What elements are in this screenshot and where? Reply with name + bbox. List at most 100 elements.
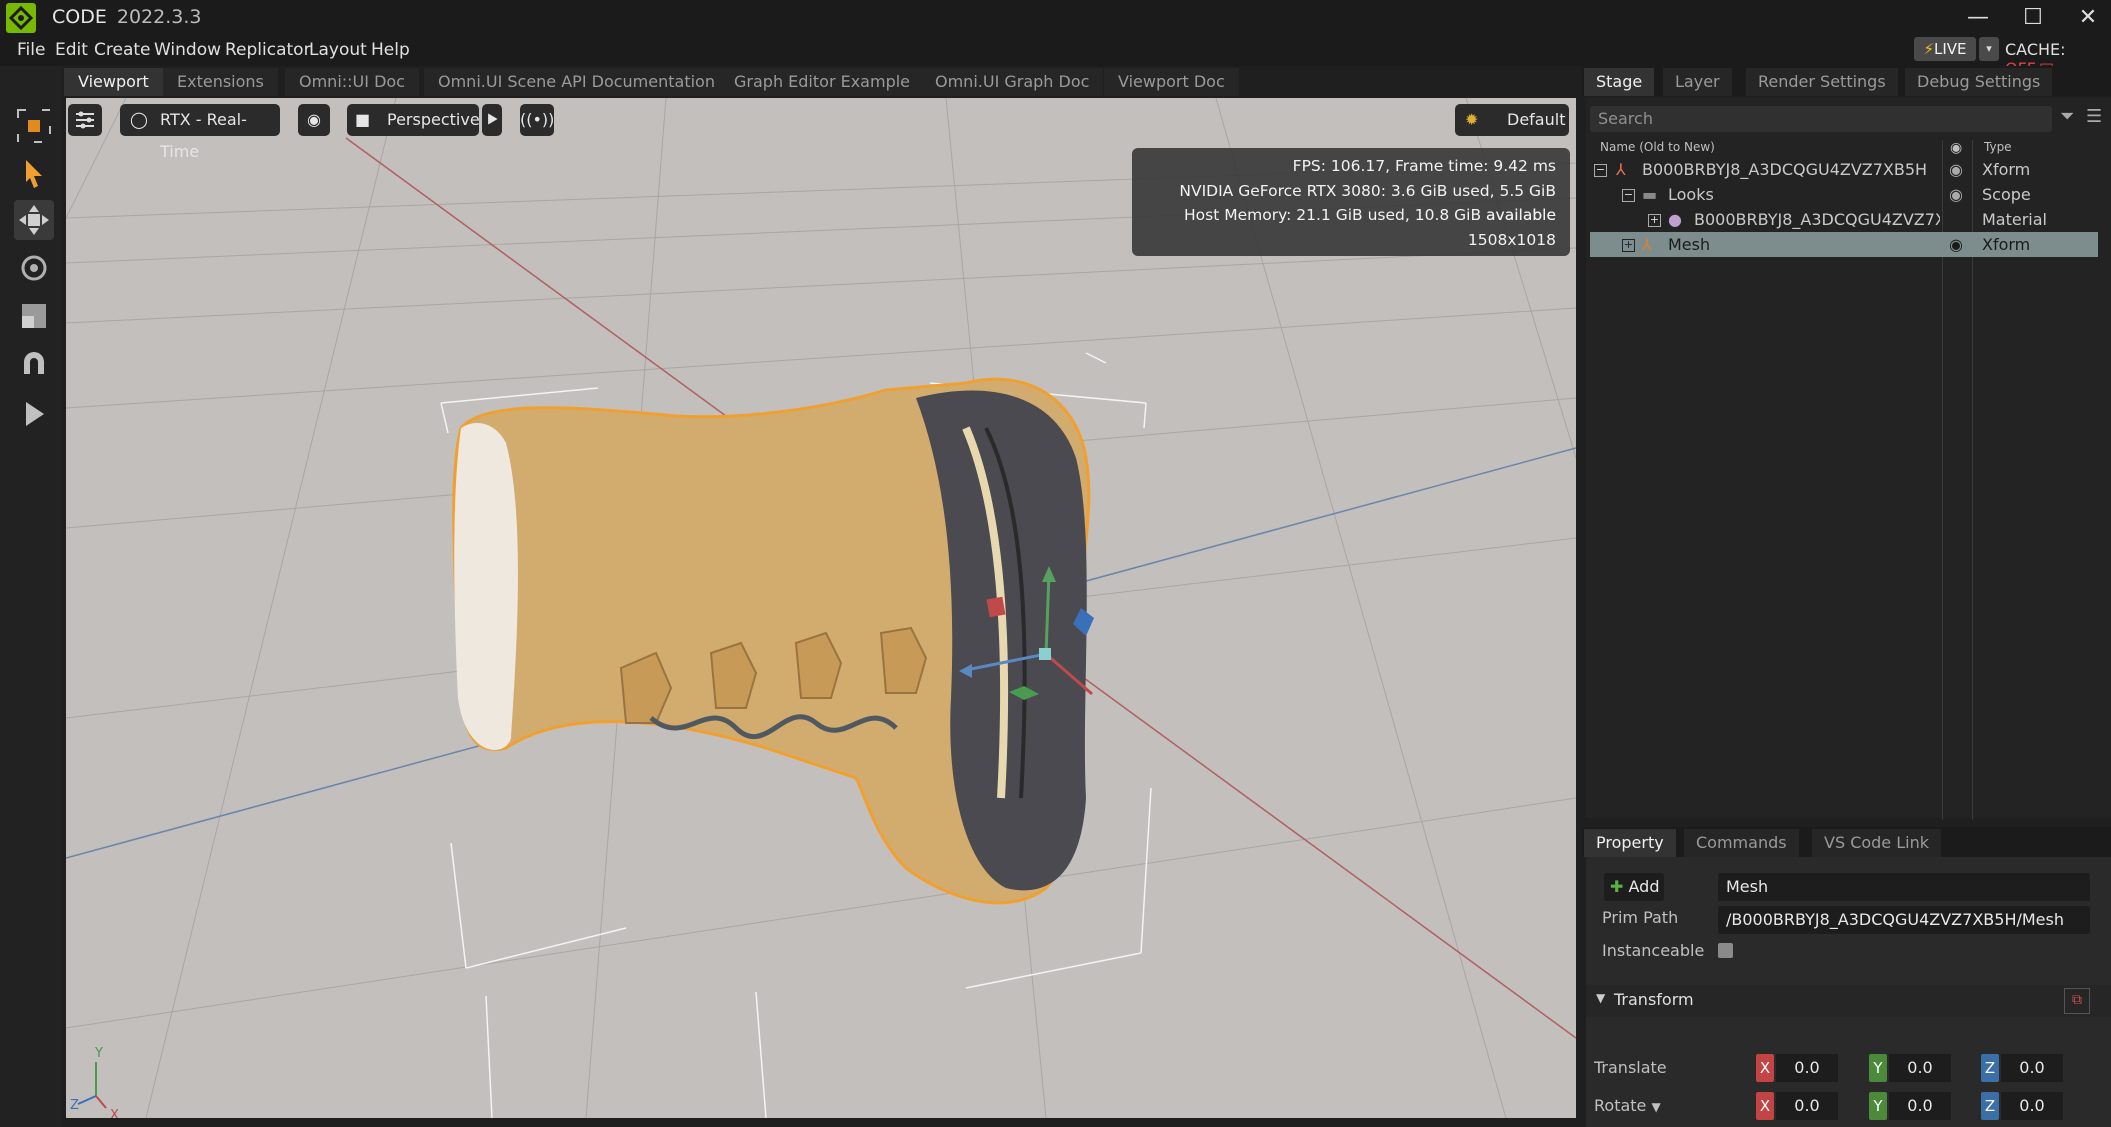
prim-path-label: Prim Path: [1602, 908, 1679, 927]
tab-omni-ui-doc[interactable]: Omni::UI Doc: [285, 68, 419, 96]
column-header-visibility-icon[interactable]: ◉: [1950, 140, 1962, 156]
tab-render-settings[interactable]: Render Settings: [1746, 68, 1898, 96]
stage-tree-row-selected[interactable]: + ⅄ Mesh ◉ Xform: [1590, 232, 2098, 257]
expand-toggle[interactable]: +: [1622, 239, 1635, 252]
maximize-button[interactable]: ☐: [2011, 4, 2055, 32]
host-memory-stat: Host Memory: 21.1 GiB used, 10.8 GiB ava…: [1184, 206, 1556, 224]
boot-model: [452, 377, 1091, 905]
broadcast-icon: ((•)): [520, 110, 555, 129]
translate-z-field[interactable]: 0.0: [2001, 1054, 2063, 1082]
rotate-x-field[interactable]: 0.0: [1776, 1092, 1838, 1120]
app-title: CODE 2022.3.3: [52, 6, 202, 28]
x-axis-badge: X: [1756, 1054, 1774, 1082]
z-axis-badge: Z: [1981, 1054, 1999, 1082]
menu-create[interactable]: Create: [94, 40, 151, 60]
tab-omni-ui-graph-doc[interactable]: Omni.UI Graph Doc: [921, 68, 1104, 96]
tab-commands[interactable]: Commands: [1684, 829, 1799, 857]
menu-edit[interactable]: Edit: [55, 40, 88, 60]
instanceable-label: Instanceable: [1602, 941, 1705, 960]
tab-layer[interactable]: Layer: [1663, 68, 1732, 96]
prim-name-field[interactable]: Mesh: [1718, 873, 2090, 901]
axis-y-label: Y: [95, 1046, 103, 1061]
axis-z-label: Z: [70, 1098, 79, 1113]
tab-viewport-doc[interactable]: Viewport Doc: [1104, 68, 1239, 96]
expand-toggle[interactable]: +: [1648, 214, 1661, 227]
translate-y-field[interactable]: 0.0: [1889, 1054, 1951, 1082]
sun-icon: ✹: [1465, 110, 1479, 129]
tab-property[interactable]: Property: [1584, 829, 1676, 857]
fps-stat: FPS: 106.17, Frame time: 9.42 ms: [1292, 157, 1556, 175]
snap-magnet-icon[interactable]: [14, 344, 54, 384]
tab-viewport[interactable]: Viewport: [64, 68, 163, 96]
xform-icon: ⅄: [1616, 160, 1626, 179]
lightbulb-icon: ◯: [130, 110, 148, 129]
live-button[interactable]: ⚡LIVE: [1914, 37, 1976, 61]
stage-tree-row[interactable]: − ▬ Looks ◉ Scope: [1590, 182, 2098, 207]
rotate-tool-icon[interactable]: [14, 248, 54, 288]
z-axis-badge: Z: [1981, 1092, 1999, 1120]
app-logo-icon: [6, 3, 36, 33]
minimize-button[interactable]: —: [1956, 4, 2000, 32]
tab-scene-api-doc[interactable]: Omni.UI Scene API Documentation: [424, 68, 729, 96]
camera-button[interactable]: ■ Perspective: [347, 104, 480, 136]
x-axis-badge: X: [1756, 1092, 1774, 1120]
tab-debug-settings[interactable]: Debug Settings: [1905, 68, 2053, 96]
scale-tool-icon[interactable]: [14, 296, 54, 336]
title-bar: [0, 0, 2111, 36]
visibility-eye-icon[interactable]: ◉: [1949, 182, 1963, 207]
collapse-toggle[interactable]: −: [1594, 164, 1607, 177]
hamburger-menu-icon[interactable]: ☰: [2086, 106, 2102, 127]
select-arrow-icon[interactable]: [14, 154, 54, 194]
play-icon[interactable]: [14, 394, 54, 434]
camera-expand-icon[interactable]: ⯈: [482, 104, 502, 136]
add-button[interactable]: ✚ Add: [1604, 873, 1664, 901]
transform-section-header[interactable]: ▼ Transform ⧉: [1586, 985, 2111, 1017]
lighting-button[interactable]: ✹ Default: [1455, 104, 1569, 136]
stage-tree-row[interactable]: − ⅄ B000BRBYJ8_A3DCQGU4ZVZ7XB5H ◉ Xform: [1590, 157, 2098, 182]
reset-transform-icon[interactable]: ⧉: [2064, 988, 2090, 1014]
selection-mode-icon[interactable]: [14, 106, 54, 146]
sliders-icon: [76, 111, 94, 129]
eye-icon: ◉: [307, 110, 321, 129]
render-mode-button[interactable]: ◯ RTX - Real-Time: [120, 104, 280, 161]
material-sphere-icon: ●: [1668, 210, 1682, 229]
column-header-name[interactable]: Name (Old to New): [1600, 140, 1715, 154]
mesh-icon: ⅄: [1642, 235, 1652, 254]
audio-stream-button[interactable]: ((•)): [520, 104, 554, 136]
stage-tree-row[interactable]: + ● B000BRBYJ8_A3DCQGU4ZVZ7XB5H Material: [1590, 207, 2098, 232]
folder-icon: ▬: [1642, 185, 1658, 204]
translate-label: Translate: [1594, 1058, 1667, 1077]
visibility-eye-icon[interactable]: ◉: [1949, 232, 1963, 257]
viewport-settings-button[interactable]: [68, 104, 102, 136]
tab-vs-code-link[interactable]: VS Code Link: [1812, 829, 1941, 857]
tab-stage[interactable]: Stage: [1584, 68, 1655, 96]
move-tool-icon[interactable]: [14, 200, 54, 240]
close-button[interactable]: ✕: [2066, 4, 2110, 32]
visibility-eye-icon[interactable]: ◉: [1949, 157, 1963, 182]
gpu-memory-stat: NVIDIA GeForce RTX 3080: 3.6 GiB used, 5…: [1179, 181, 1556, 225]
column-header-type[interactable]: Type: [1984, 140, 2012, 154]
visibility-eye-button[interactable]: ◉: [298, 104, 330, 136]
y-axis-badge: Y: [1869, 1054, 1887, 1082]
tab-graph-editor-example[interactable]: Graph Editor Example: [720, 68, 925, 96]
translate-x-field[interactable]: 0.0: [1776, 1054, 1838, 1082]
menu-file[interactable]: File: [17, 40, 45, 60]
tab-extensions[interactable]: Extensions: [163, 68, 278, 96]
menu-window[interactable]: Window: [154, 40, 221, 60]
rotate-y-field[interactable]: 0.0: [1889, 1092, 1951, 1120]
axis-x-label: X: [110, 1108, 119, 1118]
dropdown-triangle-icon: ▼: [1651, 1100, 1661, 1114]
rotate-z-field[interactable]: 0.0: [2001, 1092, 2063, 1120]
filter-icon[interactable]: ⏷: [2060, 106, 2074, 127]
rotate-label[interactable]: Rotate ▼: [1594, 1096, 1661, 1115]
instanceable-checkbox[interactable]: [1718, 943, 1733, 958]
menu-layout[interactable]: Layout: [309, 40, 367, 60]
menu-help[interactable]: Help: [371, 40, 410, 60]
menu-replicator[interactable]: Replicator: [225, 40, 311, 60]
lightning-icon: ⚡: [1923, 40, 1934, 58]
prim-path-field[interactable]: /B000BRBYJ8_A3DCQGU4ZVZ7XB5H/Mesh: [1718, 906, 2090, 934]
y-axis-badge: Y: [1869, 1092, 1887, 1120]
live-dropdown-button[interactable]: ▾: [1979, 37, 1999, 61]
collapse-toggle[interactable]: −: [1622, 189, 1635, 202]
stage-search-input[interactable]: Search: [1590, 106, 2052, 132]
